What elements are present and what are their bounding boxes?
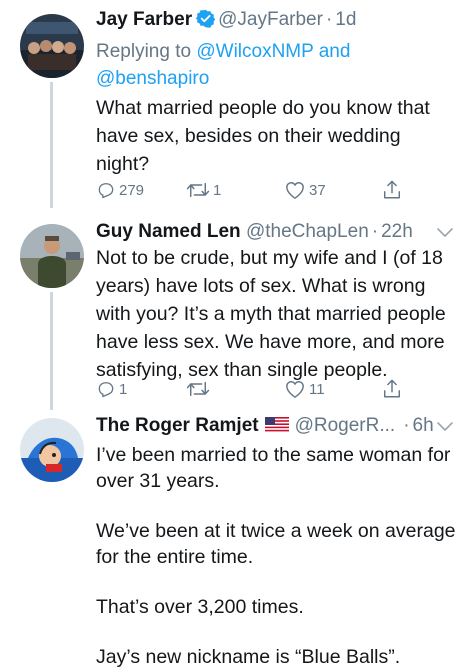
reply-button[interactable]: 1 <box>96 378 127 400</box>
tweet-jay-farber[interactable]: Jay Farber @JayFarber · 1d Replying to @Wil… <box>0 0 474 210</box>
user-handle[interactable]: @RogerR... <box>295 415 396 436</box>
like-icon <box>284 180 306 200</box>
timestamp[interactable]: 1d <box>335 9 356 30</box>
retweet-button[interactable]: 1 <box>186 179 221 201</box>
tweet-text-line: Jay’s new nickname is “Blue Balls”. <box>96 646 401 668</box>
avatar-roger-ramjet[interactable] <box>20 418 84 482</box>
us-flag-icon <box>264 416 289 440</box>
tweet-text-line <box>96 494 456 518</box>
tweet-guy-named-len[interactable]: Guy Named Len @theChapLen · 22h Not to be … <box>0 210 474 410</box>
share-button[interactable] <box>382 179 402 201</box>
timestamp[interactable]: 6h <box>413 415 434 436</box>
retweet-icon <box>186 180 210 200</box>
user-handle[interactable]: @JayFarber <box>218 9 323 30</box>
share-icon <box>382 179 402 201</box>
replying-to: Replying to @WilcoxNMP and @benshapiro <box>96 38 396 92</box>
like-button[interactable]: 11 <box>284 378 325 400</box>
mention-link[interactable]: @benshapiro <box>96 68 209 89</box>
avatar-jay-farber[interactable] <box>20 14 84 78</box>
tweet-actions: 1 11 <box>96 378 400 400</box>
replying-to-label: Replying to <box>96 41 192 62</box>
tweet-text-line: with you? It’s a myth that married peopl… <box>96 303 446 325</box>
reply-icon <box>96 180 116 200</box>
like-count: 11 <box>309 380 325 398</box>
like-button[interactable]: 37 <box>284 179 326 201</box>
like-icon <box>284 379 306 399</box>
tweet-header: Jay Farber @JayFarber · 1d <box>96 8 454 32</box>
tweet-text-line: over 31 years. <box>96 470 220 492</box>
like-count: 37 <box>309 181 326 199</box>
tweet-text-line: for the entire time. <box>96 546 254 568</box>
tweet-text: What married people do you know that hav… <box>96 94 456 178</box>
mention-and: and <box>318 41 351 62</box>
separator-dot: · <box>403 415 410 436</box>
tweet-text-line: We’ve been at it twice a week on average <box>96 520 456 542</box>
share-icon <box>382 378 402 400</box>
reply-button[interactable]: 279 <box>96 179 144 201</box>
timestamp[interactable]: 22h <box>381 221 413 242</box>
tweet-text-line: years) have lots of sex. What is wrong <box>96 275 426 297</box>
tweet-text: Not to be crude, but my wife and I (of 1… <box>96 244 456 384</box>
tweet-text-line: I’ve been married to the same woman for <box>96 444 451 466</box>
tweet-header: Guy Named Len @theChapLen · 22h <box>96 220 454 244</box>
tweet-actions: 279 1 37 <box>96 179 400 201</box>
user-handle[interactable]: @theChapLen <box>246 221 369 242</box>
tweet-text-line: That’s over 3,200 times. <box>96 596 304 618</box>
reply-count: 1 <box>119 380 128 398</box>
thread-line <box>50 292 53 410</box>
avatar-guy-named-len[interactable] <box>20 224 84 288</box>
verified-badge-icon <box>195 9 216 35</box>
reply-icon <box>96 379 116 399</box>
separator-dot: · <box>371 221 379 242</box>
tweet-text-line: have sex, besides on their wedding <box>96 125 401 147</box>
display-name[interactable]: Guy Named Len <box>96 221 241 242</box>
reply-count: 279 <box>119 181 145 199</box>
tweet-text: I’ve been married to the same woman for … <box>96 442 456 670</box>
retweet-button[interactable] <box>186 378 210 400</box>
tweet-header: The Roger Ramjet @RogerR... · 6h <box>96 414 454 438</box>
display-name[interactable]: Jay Farber <box>96 9 192 30</box>
mention-link[interactable]: @WilcoxNMP <box>196 41 313 62</box>
tweet-text-line <box>96 620 456 644</box>
retweet-icon <box>186 379 210 399</box>
tweet-text-line: have less sex. We have more, and more <box>96 331 445 353</box>
share-button[interactable] <box>382 378 402 400</box>
thread-line <box>50 82 53 208</box>
tweet-text-line: What married people do you know that <box>96 97 430 119</box>
separator-dot: · <box>325 9 333 30</box>
chevron-down-icon[interactable] <box>436 226 454 240</box>
chevron-down-icon[interactable] <box>436 420 454 434</box>
tweet-text-line <box>96 570 456 594</box>
tweet-roger-ramjet[interactable]: The Roger Ramjet @RogerR... · 6h I’ve been … <box>0 410 474 669</box>
tweet-text-line: Not to be crude, but my wife and I (of 1… <box>96 247 443 269</box>
display-name[interactable]: The Roger Ramjet <box>96 415 259 436</box>
tweet-text-line: night? <box>96 153 150 175</box>
retweet-count: 1 <box>213 181 222 199</box>
